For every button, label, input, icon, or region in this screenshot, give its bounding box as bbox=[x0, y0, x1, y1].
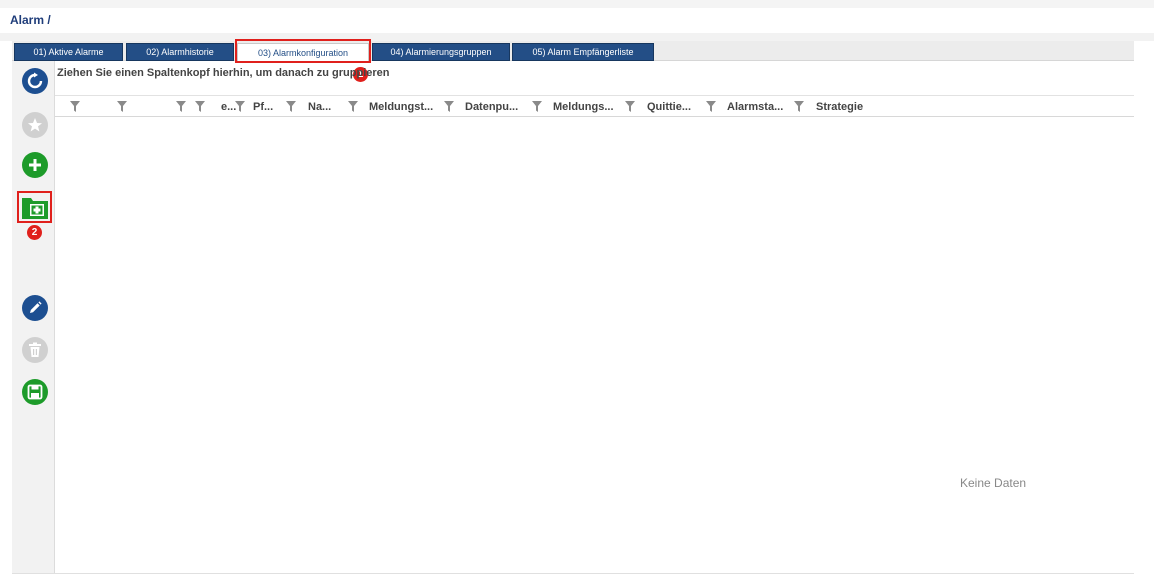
edit-button[interactable] bbox=[22, 295, 48, 321]
refresh-button[interactable] bbox=[22, 68, 48, 94]
column-header-meldungstyp[interactable]: Meldungst... bbox=[369, 96, 433, 118]
edit-icon bbox=[30, 301, 42, 313]
bottom-border bbox=[12, 573, 1134, 574]
add-button[interactable] bbox=[22, 152, 48, 178]
tab-alarm-empfaengerliste[interactable]: 05) Alarm Empfängerliste bbox=[512, 43, 654, 61]
tab-alarmkonfiguration[interactable]: 03) Alarmkonfiguration bbox=[237, 43, 369, 62]
star-icon bbox=[28, 118, 42, 132]
column-header-strategie[interactable]: Strategie bbox=[816, 96, 863, 118]
column-header-alarmstatus[interactable]: Alarmsta... bbox=[727, 96, 783, 118]
column-header-quittierung[interactable]: Quittie... bbox=[647, 96, 691, 118]
filter-icon[interactable] bbox=[70, 101, 80, 112]
tab-alarmhistorie[interactable]: 02) Alarmhistorie bbox=[126, 43, 234, 61]
header-separator bbox=[0, 33, 1154, 41]
breadcrumb: Alarm / bbox=[10, 13, 51, 27]
column-header-meldungstext[interactable]: Meldungs... bbox=[553, 96, 614, 118]
save-icon bbox=[27, 384, 43, 400]
filter-icon[interactable] bbox=[794, 101, 804, 112]
filter-icon[interactable] bbox=[625, 101, 635, 112]
filter-icon[interactable] bbox=[532, 101, 542, 112]
column-header-e[interactable]: e... bbox=[221, 96, 236, 118]
delete-button[interactable] bbox=[22, 337, 48, 363]
add-folder-button[interactable] bbox=[21, 194, 49, 220]
filter-icon[interactable] bbox=[195, 101, 205, 112]
column-header-na[interactable]: Na... bbox=[308, 96, 331, 118]
alarm-config-grid: Ziehen Sie einen Spaltenkopf hierhin, um… bbox=[55, 61, 1134, 573]
group-panel-hint: Ziehen Sie einen Spaltenkopf hierhin, um… bbox=[57, 67, 390, 79]
top-strip bbox=[0, 0, 1154, 8]
favorite-button[interactable] bbox=[22, 112, 48, 138]
empty-message: Keine Daten bbox=[960, 476, 1027, 490]
filter-icon[interactable] bbox=[176, 101, 186, 112]
filter-icon[interactable] bbox=[444, 101, 454, 112]
tab-alarmierungsgruppen[interactable]: 04) Alarmierungsgruppen bbox=[372, 43, 510, 61]
save-button[interactable] bbox=[22, 379, 48, 405]
tab-bar: 01) Aktive Alarme 02) Alarmhistorie 03) … bbox=[12, 41, 1134, 62]
filter-icon[interactable] bbox=[348, 101, 358, 112]
filter-icon[interactable] bbox=[117, 101, 127, 112]
tab-aktive-alarme[interactable]: 01) Aktive Alarme bbox=[14, 43, 123, 61]
column-header-datenpunkt[interactable]: Datenpu... bbox=[465, 96, 518, 118]
trash-icon bbox=[29, 342, 41, 357]
folder-add-icon bbox=[22, 198, 48, 219]
column-header-pf[interactable]: Pf... bbox=[253, 96, 273, 118]
annotation-badge-2: 2 bbox=[27, 225, 42, 240]
filter-icon[interactable] bbox=[235, 101, 245, 112]
grid-header-row: e... Pf... Na... Meldungst... Datenpu...… bbox=[55, 95, 1134, 117]
filter-icon[interactable] bbox=[706, 101, 716, 112]
filter-icon[interactable] bbox=[286, 101, 296, 112]
add-icon bbox=[29, 159, 41, 171]
refresh-icon bbox=[27, 72, 43, 89]
